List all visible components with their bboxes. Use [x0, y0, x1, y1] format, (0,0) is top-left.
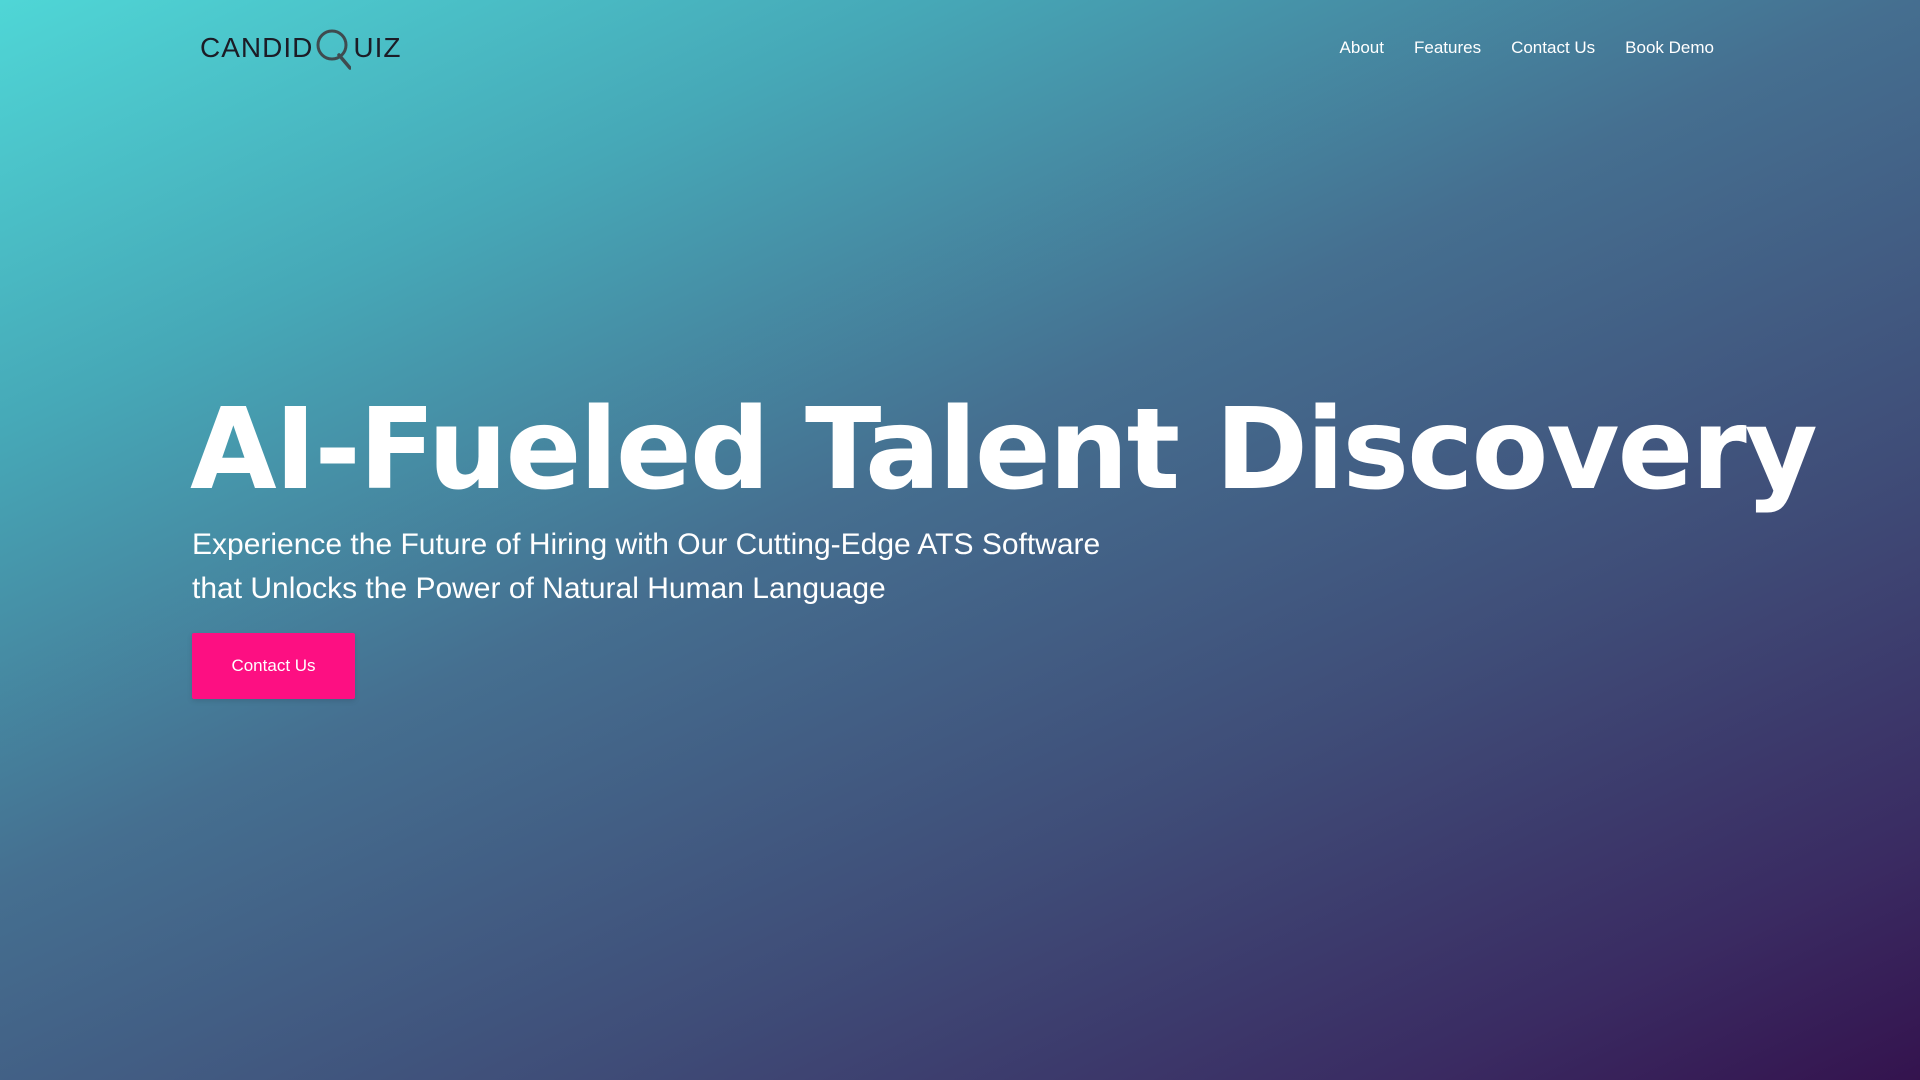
main-nav: About Features Contact Us Book Demo	[1340, 36, 1714, 60]
site-header: CANDID UIZ About Features Contact Us Boo…	[0, 0, 1920, 100]
magnifier-q-icon	[315, 26, 353, 70]
hero-subtitle-line-2: that Unlocks the Power of Natural Human …	[192, 572, 886, 605]
nav-link-contact-us[interactable]: Contact Us	[1511, 36, 1595, 60]
logo-text-candid: CANDID	[200, 32, 314, 63]
contact-us-button[interactable]: Contact Us	[192, 633, 355, 699]
hero-section: AI-Fueled Talent Discovery Experience th…	[190, 385, 1818, 611]
nav-link-book-demo[interactable]: Book Demo	[1625, 36, 1714, 60]
logo-text-uiz: UIZ	[353, 32, 402, 63]
hero-title: AI-Fueled Talent Discovery	[190, 385, 1818, 515]
nav-link-features[interactable]: Features	[1414, 36, 1481, 60]
brand-logo[interactable]: CANDID UIZ	[200, 26, 401, 70]
nav-link-about[interactable]: About	[1340, 36, 1384, 60]
hero-subtitle-line-1: Experience the Future of Hiring with Our…	[192, 528, 1101, 561]
hero-subtitle: Experience the Future of Hiring with Our…	[192, 523, 1142, 611]
